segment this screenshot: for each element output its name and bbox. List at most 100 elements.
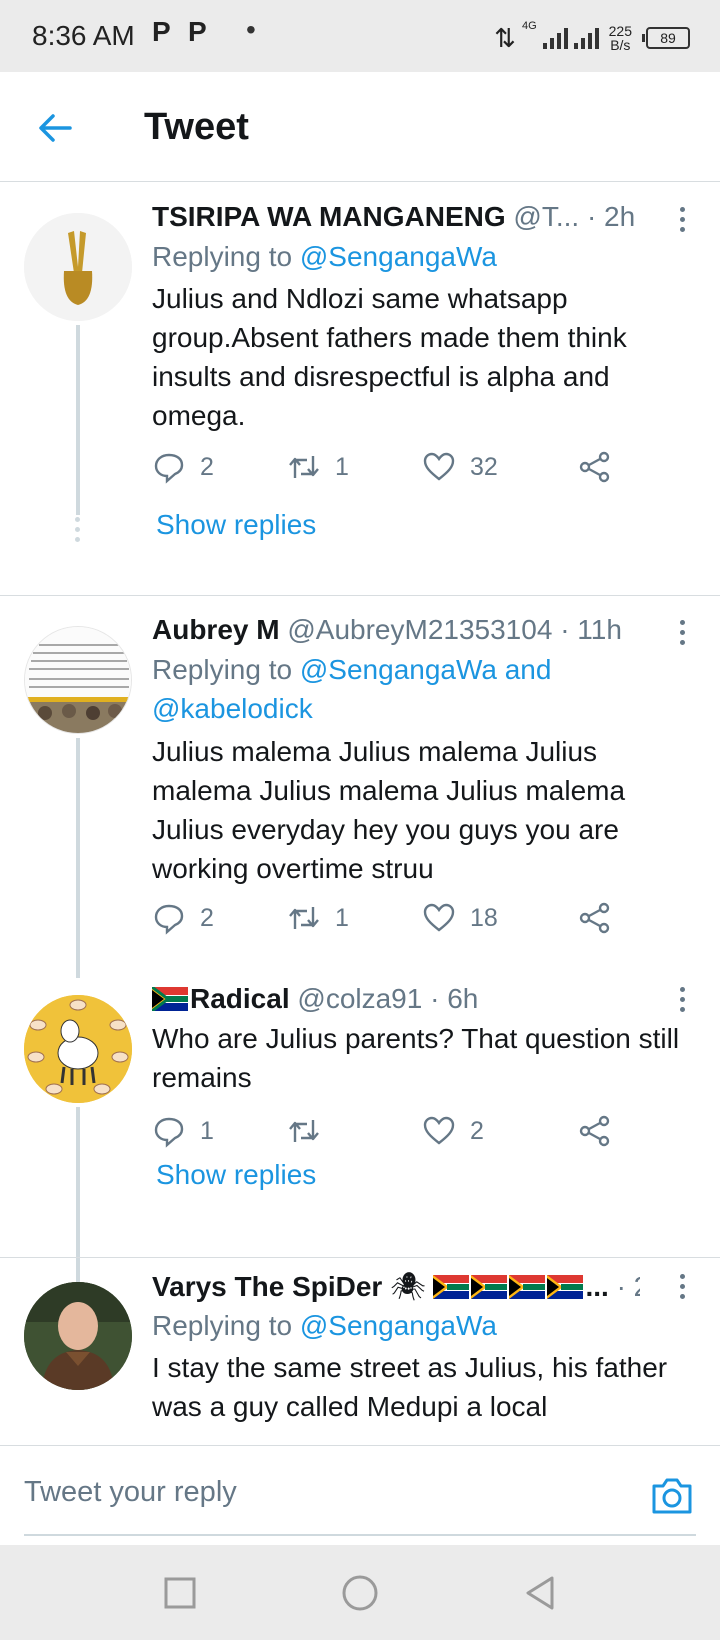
app-header: Tweet [0,72,720,182]
spider-icon: 🕷 [390,1271,426,1302]
reply-button[interactable]: 2 [152,898,214,938]
input-underline [24,1534,696,1536]
tweet-meta: Aubrey M @AubreyM21353104 · 11h [152,614,640,650]
replying-to: Replying to @SengangaWa [152,241,497,272]
status-time: 8:36 AM [32,20,135,51]
display-name[interactable]: Aubrey M [152,614,280,645]
reply-input[interactable]: Tweet your reply [24,1476,237,1509]
reply-icon [154,904,184,935]
retweet-icon [289,907,319,929]
thread-dots [74,517,82,547]
status-indicators: ⇅ 4G 225 B/s 89 [494,18,690,58]
show-replies-link[interactable]: Show replies [156,1159,316,1191]
like-button[interactable]: 2 [422,1111,484,1151]
retweet-button[interactable] [287,1111,335,1151]
network-type: 4G [521,20,537,32]
recents-square-icon[interactable] [160,1573,200,1613]
thread-line [76,1107,80,1297]
battery-icon: 89 [642,27,690,49]
heart-icon [423,1116,455,1145]
show-replies-link[interactable]: Show replies [156,509,316,541]
camera-icon[interactable] [650,1476,694,1516]
user-handle: @colza91 [297,983,423,1014]
tweet-text: Julius and Ndlozi same whatsapp group.Ab… [152,283,627,431]
share-icon [579,451,610,483]
replies-feed[interactable]: TSIRIPA WA MANGANENG @T... · 2h Replying… [0,183,720,1445]
tweet-actions: 2 1 32 [152,447,622,487]
south-africa-flag-icon [547,1275,584,1299]
like-count: 2 [470,1116,484,1145]
home-circle-icon[interactable] [340,1573,380,1613]
share-button[interactable] [578,447,612,487]
tweet-meta: TSIRIPA WA MANGANENG @T... · 2h [152,201,640,237]
retweet-count: 1 [335,452,349,481]
like-button[interactable]: 32 [422,447,498,487]
retweet-button[interactable]: 1 [287,447,349,487]
reply-count: 1 [200,1116,214,1145]
like-count: 18 [470,903,498,932]
reply-icon [154,453,184,484]
more-options-icon[interactable] [680,620,690,650]
like-count: 32 [470,452,498,481]
share-icon [579,902,610,934]
signal-icon [573,27,599,49]
arrow-left-icon[interactable] [36,108,76,148]
more-options-icon[interactable] [680,1274,690,1304]
avatar[interactable] [24,1282,132,1390]
reply-composer[interactable]: Tweet your reply [0,1445,720,1545]
display-name[interactable]: Radical [190,983,290,1014]
heart-icon [423,452,455,481]
like-button[interactable]: 18 [422,898,498,938]
user-handle: @T... [513,201,580,232]
reply-button[interactable]: 1 [152,1111,214,1151]
tweet-text: I stay the same street as Julius, his fa… [152,1352,668,1422]
reply-icon [154,1117,184,1148]
reply-count: 2 [200,452,214,481]
status-bar: 8:36 AM P P • ⇅ 4G 225 B/s 89 [0,0,720,72]
display-name[interactable]: Varys The SpiDer [152,1271,382,1302]
share-button[interactable] [578,1111,612,1151]
replying-to: Replying to @SengangaWa and @kabelodick [152,654,552,724]
data-transfer-icon: ⇅ [494,22,516,53]
south-africa-flag-icon [471,1275,508,1299]
display-name[interactable]: TSIRIPA WA MANGANENG [152,201,506,232]
tweet-actions: 1 2 [152,1111,622,1151]
network-speed: 225 B/s [608,23,632,53]
avatar[interactable] [24,213,132,321]
retweet-button[interactable]: 1 [287,898,349,938]
tweet-actions: 2 1 18 [152,898,622,938]
reply-count: 2 [200,903,214,932]
thread-line [76,738,80,978]
replying-to: Replying to @SengangaWa [152,1310,497,1341]
tweet-text: Who are Julius parents? That question st… [152,1023,680,1093]
more-options-icon[interactable] [680,987,690,1017]
app-notification-icon: P [188,16,207,47]
system-nav-bar [0,1545,720,1640]
back-triangle-icon[interactable] [520,1573,560,1613]
retweet-count: 1 [335,903,349,932]
more-notifications-dot: • [246,14,256,45]
divider [0,1257,720,1258]
south-africa-flag-icon [509,1275,546,1299]
retweet-icon [289,456,319,478]
reply-button[interactable]: 2 [152,447,214,487]
app-notification-icon: P [152,16,171,47]
mention-link[interactable]: @SengangaWa [300,241,497,272]
signal-icon [542,27,568,49]
avatar[interactable] [24,995,132,1103]
tweet-meta: Radical @colza91 · 6h [152,983,640,1019]
share-button[interactable] [578,898,612,938]
tweet-time: · 11h [560,614,622,645]
avatar[interactable] [24,626,132,734]
south-africa-flag-icon [152,987,188,1011]
thread-line [76,325,80,515]
page-title: Tweet [144,106,249,148]
tweet-meta: Varys The SpiDer 🕷 ... · 2h [152,1270,640,1306]
south-africa-flag-icon [433,1275,470,1299]
divider [0,595,720,596]
mention-link[interactable]: @SengangaWa [300,1310,497,1341]
more-options-icon[interactable] [680,207,690,237]
share-icon [579,1115,610,1147]
tweet-time: · 6h [430,983,479,1014]
heart-icon [423,903,455,932]
